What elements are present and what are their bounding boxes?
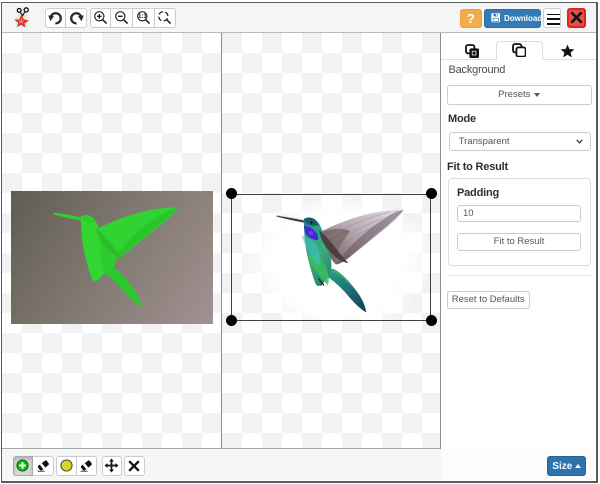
svg-text:1:1: 1:1 xyxy=(138,15,147,21)
